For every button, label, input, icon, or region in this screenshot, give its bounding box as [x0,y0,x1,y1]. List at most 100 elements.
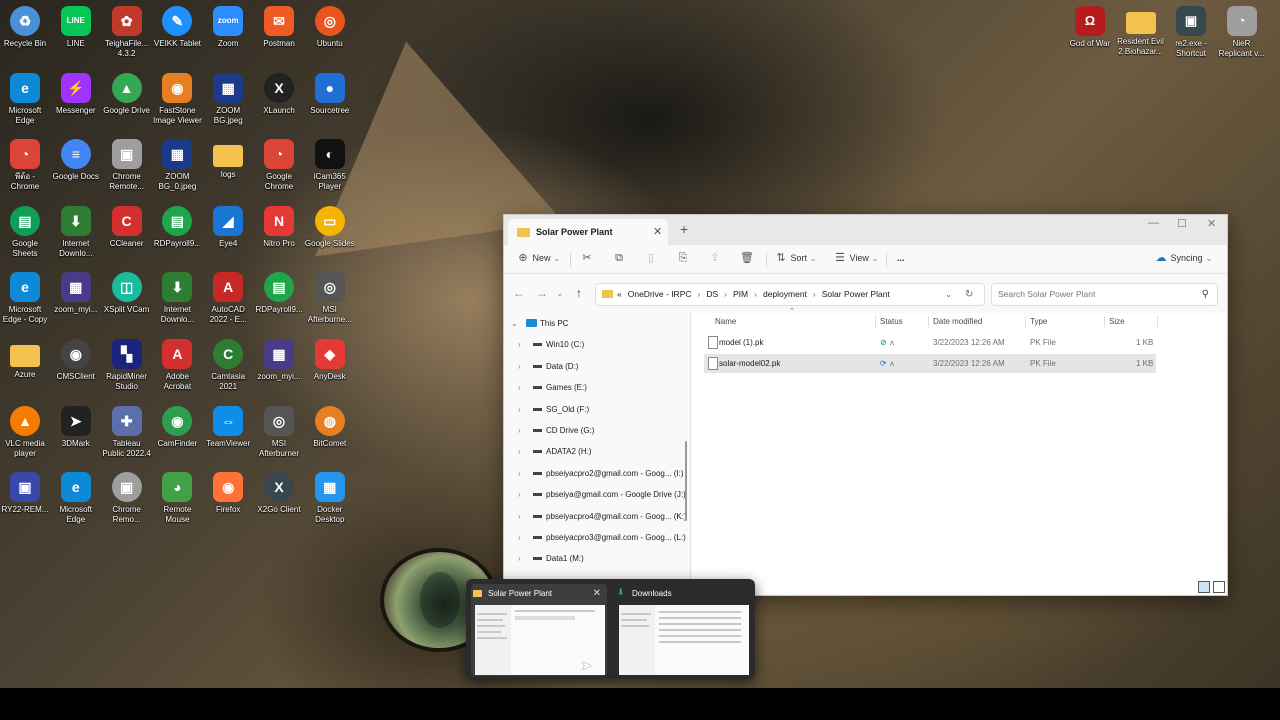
chevron-right-icon[interactable]: › [518,484,521,505]
desktop-shortcut[interactable]: ▤ Google Sheets [0,204,50,259]
desktop-shortcut[interactable]: ▦ zoom_myi... [254,337,304,382]
chevron-right-icon[interactable]: › [518,356,521,377]
breadcrumb-item[interactable]: deployment [763,289,807,299]
details-view-icon[interactable] [1198,581,1210,593]
tab-solar-power-plant[interactable]: Solar Power Plant ✕ [508,219,668,245]
breadcrumb-separator-icon[interactable]: › [813,289,816,299]
file-explorer-window[interactable]: Solar Power Plant ✕ + — ☐ ✕ ⊕ New ⌄ ✂ ⧉ … [503,214,1228,596]
desktop-shortcut[interactable]: ⬇ Internet Downlo... [152,270,202,325]
column-divider[interactable] [928,316,929,328]
minimize-icon[interactable]: — [1148,217,1159,229]
desktop-shortcut[interactable]: ◎ MSI Afterburne... [305,270,355,325]
desktop-shortcut[interactable]: ◢ Eye4 [203,204,253,249]
close-window-icon[interactable]: ✕ [1207,217,1216,230]
sidebar-scrollbar[interactable] [685,441,687,521]
desktop-shortcut[interactable]: ◎ MSI Afterburner [254,404,304,459]
chevron-right-icon[interactable]: › [518,463,521,484]
desktop-shortcut[interactable]: Ω God of War [1065,4,1115,49]
refresh-icon[interactable]: ↻ [965,284,973,305]
sidebar-item[interactable]: › Data1 (M:) [504,548,688,569]
forward-arrow-icon[interactable]: → [536,286,548,300]
desktop-shortcut[interactable]: ◔ NieR Replicant v... [1217,4,1267,59]
sidebar-item[interactable]: › SG_Old (F:) [504,399,688,420]
desktop-shortcut[interactable]: e Microsoft Edge [51,470,101,525]
chevron-right-icon[interactable]: › [518,548,521,569]
desktop-shortcut[interactable]: ▤ RDPayroll9... [152,204,202,249]
close-thumbnail-icon[interactable]: ✕ [593,586,601,602]
sidebar-item[interactable]: › Win10 (C:) [504,334,688,355]
close-tab-icon[interactable]: ✕ [653,219,662,245]
breadcrumb-separator-icon[interactable]: › [754,289,757,299]
recent-locations-icon[interactable]: ⌄ [556,288,564,299]
chevron-right-icon[interactable]: › [518,441,521,462]
chevron-right-icon[interactable]: › [518,334,521,355]
desktop-shortcut[interactable]: C CCleaner [102,204,152,249]
desktop-shortcut[interactable]: ◍ BitComet [305,404,355,449]
desktop-shortcut[interactable]: ▦ zoom_myi... [51,270,101,315]
column-divider[interactable] [1025,316,1026,328]
address-dropdown-icon[interactable]: ⌄ [945,284,952,305]
desktop-shortcut[interactable]: ◐ iCam365 Player [305,137,355,192]
more-options-button[interactable]: ... [897,251,905,265]
desktop-shortcut[interactable]: A AutoCAD 2022 - E... [203,270,253,325]
desktop-shortcut[interactable]: ✿ TeighaFile... 4.3.2 [102,4,152,59]
breadcrumb-separator-icon[interactable]: › [698,289,701,299]
column-divider[interactable] [1157,316,1158,328]
chevron-down-icon[interactable]: ⌄ [511,313,518,334]
desktop-shortcut[interactable]: logs [203,137,253,180]
back-arrow-icon[interactable]: ← [513,286,525,300]
desktop-shortcut[interactable]: zoom Zoom [203,4,253,49]
tiles-view-icon[interactable] [1213,581,1225,593]
desktop-shortcut[interactable]: ◔ Google Chrome [254,137,304,192]
sidebar-item[interactable]: › Data (D:) [504,356,688,377]
delete-button[interactable]: 🗑 [740,251,754,265]
column-header-status[interactable]: Status [880,313,903,331]
desktop-shortcut[interactable]: N Nitro Pro [254,204,304,249]
desktop-shortcut[interactable]: X XLaunch [254,71,304,116]
desktop-shortcut[interactable]: ▣ re2.exe - Shortcut [1166,4,1216,59]
search-box[interactable]: Search Solar Power Plant ⚲ [991,283,1218,306]
desktop-shortcut[interactable]: ▣ Chrome Remote... [102,137,152,192]
rename-button[interactable]: ⎘ [676,251,690,265]
desktop-shortcut[interactable]: ➤ 3DMark [51,404,101,449]
sidebar-item[interactable]: › pbseiyacpro3@gmail.com - Goog... (L:) [504,527,688,548]
navigation-pane[interactable]: ⌄ This PC › Win10 (C:) › Data (D:) › Games (E:)… [504,313,688,595]
desktop-shortcut[interactable]: X X2Go Client [254,470,304,515]
chevron-right-icon[interactable]: › [518,420,521,441]
desktop-shortcut[interactable]: LINE LINE [51,4,101,49]
desktop-shortcut[interactable]: ▲ Google Drive [102,71,152,116]
desktop-shortcut[interactable]: ≡ Google Docs [51,137,101,182]
desktop-shortcut[interactable]: ▭ Google Slides [305,204,355,249]
breadcrumb-item[interactable]: PIM [733,289,748,299]
new-tab-icon[interactable]: + [680,221,688,237]
paste-button[interactable]: ▯ [644,251,658,265]
chevron-right-icon[interactable]: › [518,506,521,527]
maximize-icon[interactable]: ☐ [1177,217,1187,230]
desktop-shortcut[interactable]: ▲ VLC media player [0,404,50,459]
desktop-shortcut[interactable]: ▣ RY22-REM... [0,470,50,515]
desktop-shortcut[interactable]: ▦ ZOOM BG_0.jpeg [152,137,202,192]
column-divider[interactable] [1104,316,1105,328]
desktop-shortcut[interactable]: e Microsoft Edge - Copy [0,270,50,325]
sidebar-item[interactable]: › CD Drive (G:) [504,420,688,441]
address-bar[interactable]: « OneDrive - IRPC › DS › PIM › deployment › Solar… [595,283,985,306]
desktop-shortcut[interactable]: ✚ Tableau Public 2022.4 [102,404,152,459]
sort-button[interactable]: ⇅ Sort ⌄ [774,251,817,265]
desktop-shortcut[interactable]: ● Sourcetree [305,71,355,116]
copy-button[interactable]: ⧉ [612,251,626,265]
desktop-shortcut[interactable]: ⇔ TeamViewer [203,404,253,449]
file-row[interactable]: solar-model02.pk ⟳ ᴧ 3/22/2023 12:26 AM PK F… [704,354,1156,373]
desktop-shortcut[interactable]: ◆ AnyDesk [305,337,355,382]
chevron-right-icon[interactable]: › [518,527,521,548]
cut-button[interactable]: ✂ [580,251,594,265]
column-header-date-modified[interactable]: Date modified [933,313,982,331]
sidebar-item[interactable]: › pbseiya@gmail.com - Google Drive (J:) [504,484,688,505]
breadcrumb-item[interactable]: OneDrive - IRPC [628,289,692,299]
breadcrumb-item[interactable]: Solar Power Plant [822,289,890,299]
desktop-shortcut[interactable]: ▦ ZOOM BG.jpeg [203,71,253,126]
desktop-shortcut[interactable]: ♻ Recycle Bin [0,4,50,49]
column-header-type[interactable]: Type [1030,313,1047,331]
column-header-name[interactable]: Name [715,313,736,331]
desktop-shortcut[interactable]: Azure [0,337,50,380]
desktop-shortcut[interactable]: ◉ CamFinder [152,404,202,449]
